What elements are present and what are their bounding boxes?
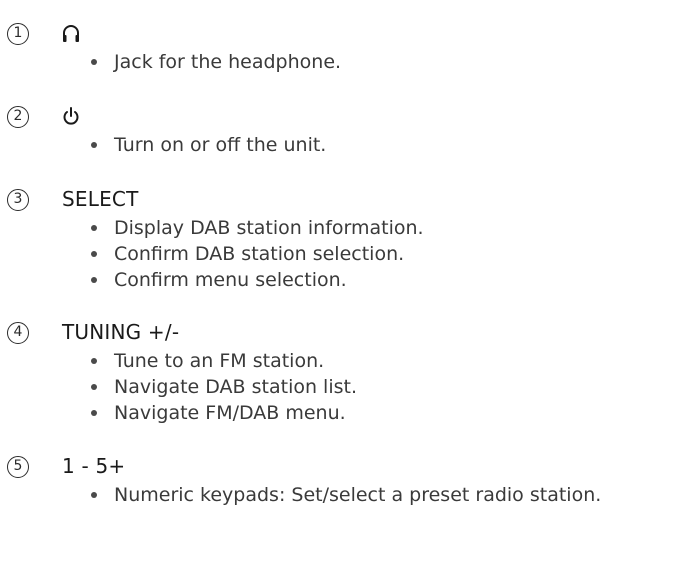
item-heading: SELECT: [62, 187, 139, 211]
bullet-item: Navigate DAB station list.: [88, 374, 357, 400]
bullet-list: Numeric keypads: Set/select a preset rad…: [88, 482, 601, 508]
bullet-text: Confirm menu selection.: [114, 269, 347, 291]
bullet-item: Confirm DAB station selection.: [88, 241, 424, 267]
bullet-dot: [91, 384, 97, 390]
bullet-item: Tune to an FM station.: [88, 348, 357, 374]
bullet-item: Display DAB station information.: [88, 215, 424, 241]
item-number-badge: 5: [7, 456, 29, 478]
item-heading: 1 - 5+: [62, 454, 126, 478]
bullet-dot: [91, 358, 97, 364]
bullet-item: Turn on or off the unit.: [88, 132, 326, 158]
bullet-dot: [91, 225, 97, 231]
item-number-badge: 1: [7, 23, 29, 45]
bullet-item: Confirm menu selection.: [88, 267, 424, 293]
headphone-icon: [63, 25, 79, 42]
bullet-dot: [91, 251, 97, 257]
bullet-item: Numeric keypads: Set/select a preset rad…: [88, 482, 601, 508]
bullet-list: Tune to an FM station. Navigate DAB stat…: [88, 348, 357, 426]
bullet-text: Turn on or off the unit.: [114, 134, 327, 156]
bullet-text: Confirm DAB station selection.: [114, 243, 405, 265]
bullet-text: Jack for the headphone.: [114, 51, 342, 73]
item-heading: TUNING +/-: [62, 320, 180, 344]
bullet-text: Tune to an FM station.: [114, 350, 325, 372]
item-number-badge: 4: [7, 322, 29, 344]
power-icon: [63, 107, 79, 125]
item-number-badge: 3: [7, 189, 29, 211]
bullet-text: Navigate FM/DAB menu.: [114, 402, 346, 424]
bullet-item: Navigate FM/DAB menu.: [88, 400, 357, 426]
bullet-dot: [91, 59, 97, 65]
bullet-dot: [91, 410, 97, 416]
bullet-list: Display DAB station information. Confirm…: [88, 215, 424, 293]
bullet-dot: [91, 492, 97, 498]
bullet-item: Jack for the headphone.: [88, 49, 341, 75]
bullet-text: Navigate DAB station list.: [114, 376, 358, 398]
item-number-badge: 2: [7, 106, 29, 128]
bullet-text: Numeric keypads: Set/select a preset rad…: [114, 484, 602, 506]
bullet-list: Turn on or off the unit.: [88, 132, 326, 158]
bullet-list: Jack for the headphone.: [88, 49, 341, 75]
bullet-dot: [91, 142, 97, 148]
bullet-dot: [91, 277, 97, 283]
bullet-text: Display DAB station information.: [114, 217, 424, 239]
